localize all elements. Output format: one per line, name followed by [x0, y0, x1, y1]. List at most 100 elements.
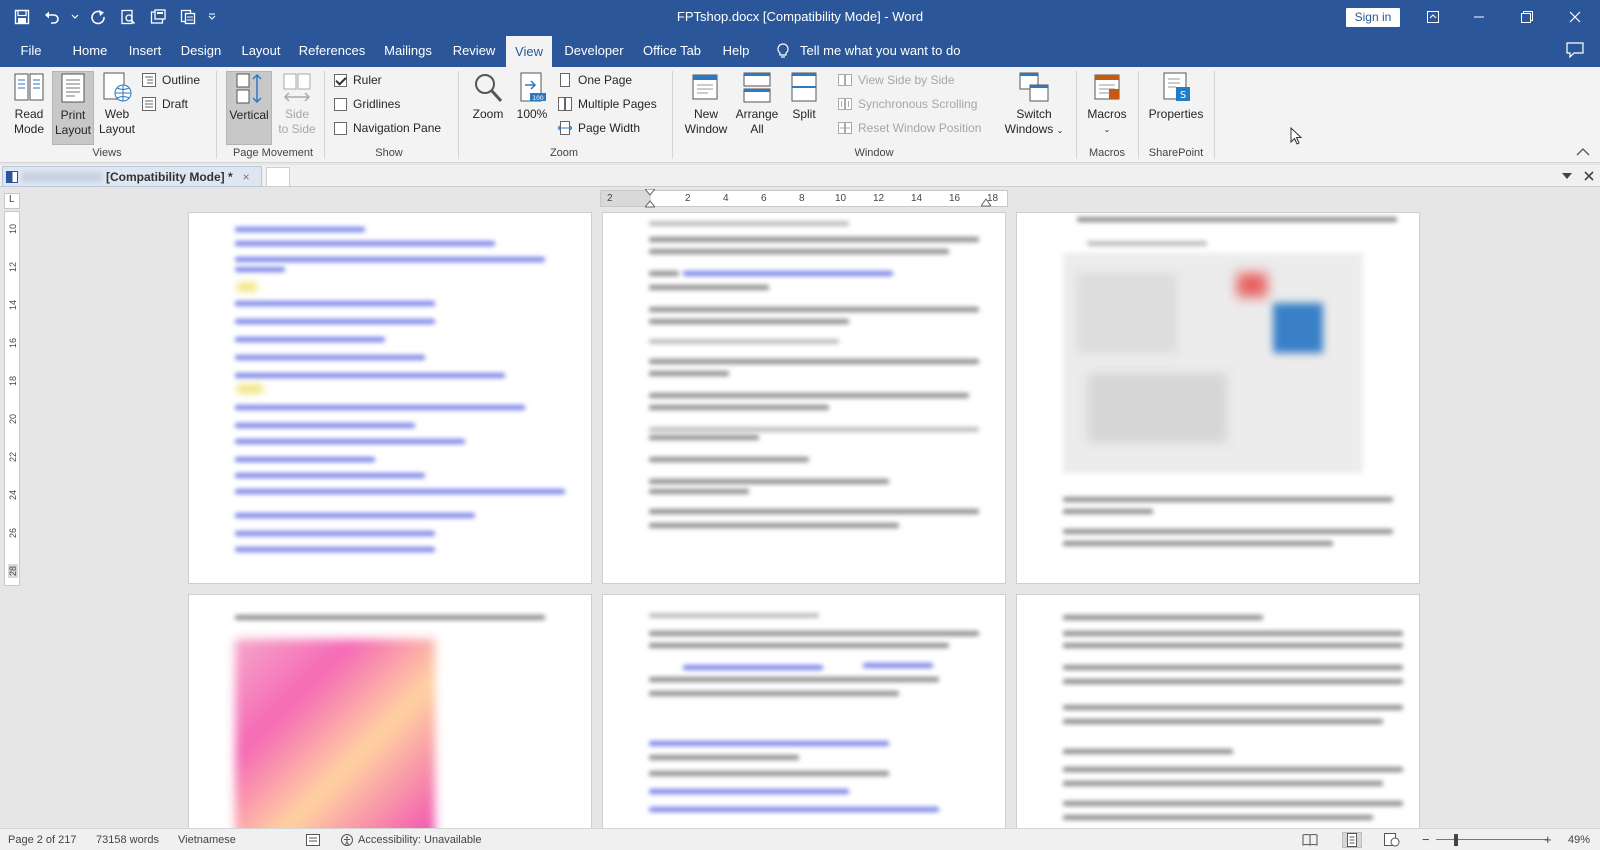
document-page[interactable] [602, 594, 1006, 834]
ruler-tick: 16 [949, 193, 961, 204]
tab-view[interactable]: View [506, 36, 552, 67]
ribbon-display-options-icon[interactable] [1410, 0, 1456, 34]
group-separator [672, 71, 673, 159]
tab-office-tab[interactable]: Office Tab [636, 34, 708, 67]
macros-label: Macros [1087, 107, 1127, 121]
web-layout-view-icon[interactable] [1384, 833, 1400, 847]
print-layout-view-icon[interactable] [1342, 832, 1362, 848]
new-window-button[interactable]: New Window [682, 71, 730, 143]
one-page-button[interactable]: One Page [558, 69, 632, 91]
indent-marker-icon[interactable] [645, 189, 655, 209]
split-icon [791, 72, 817, 102]
tab-home[interactable]: Home [64, 34, 116, 67]
side-to-side-label-1: Side [284, 107, 310, 121]
word-count[interactable]: 73158 words [96, 829, 159, 850]
view-side-by-side-button[interactable]: View Side by Side [838, 69, 955, 91]
document-tab[interactable]: [Compatibility Mode] * × [2, 166, 262, 187]
tab-review[interactable]: Review [446, 34, 502, 67]
group-separator [1214, 71, 1215, 159]
save-icon[interactable] [10, 5, 34, 29]
document-page[interactable] [188, 212, 592, 584]
vertical-ruler[interactable]: 10 12 14 16 18 20 22 24 26 28 [4, 211, 20, 586]
redo-icon[interactable] [86, 5, 110, 29]
print-layout-button[interactable]: Print Layout [52, 71, 94, 145]
document-page[interactable] [188, 594, 592, 834]
zoom-button[interactable]: Zoom [468, 71, 508, 143]
draft-button[interactable]: Draft [142, 93, 188, 115]
close-icon[interactable] [1552, 0, 1598, 34]
macros-button[interactable]: Macros ⌄ [1084, 71, 1130, 143]
right-indent-marker-icon[interactable] [981, 197, 991, 207]
split-button[interactable]: Split [784, 71, 824, 143]
document-page[interactable] [602, 212, 1006, 584]
save-as-icon[interactable] [146, 5, 170, 29]
properties-button[interactable]: S Properties [1144, 71, 1208, 143]
page-width-button[interactable]: Page Width [558, 117, 640, 139]
view-side-by-side-icon [838, 74, 852, 86]
gridlines-check-box[interactable] [334, 97, 347, 111]
minimize-icon[interactable] [1456, 0, 1502, 34]
read-mode-button[interactable]: Read Mode [8, 71, 50, 143]
outline-button[interactable]: Outline [142, 69, 200, 91]
document-page[interactable] [1016, 594, 1420, 834]
tab-insert[interactable]: Insert [122, 34, 168, 67]
zoom-out-button[interactable]: − [1422, 829, 1430, 850]
page-count[interactable]: Page 2 of 217 [8, 829, 77, 850]
customize-qat-icon[interactable] [206, 5, 218, 29]
navigation-pane-label: Navigation Pane [353, 121, 442, 135]
side-to-side-label-2: to Side [278, 122, 316, 136]
ruler-check-box[interactable] [334, 73, 347, 87]
tab-file[interactable]: File [12, 34, 50, 67]
chevron-down-icon[interactable] [70, 5, 80, 29]
tab-layout[interactable]: Layout [234, 34, 288, 67]
arrange-all-button[interactable]: Arrange All [732, 71, 782, 143]
gridlines-checkbox[interactable]: Gridlines [334, 93, 400, 115]
reset-window-position-button[interactable]: Reset Window Position [838, 117, 981, 139]
tab-help[interactable]: Help [714, 34, 758, 67]
comments-icon[interactable] [1566, 42, 1584, 58]
multiple-pages-button[interactable]: Multiple Pages [558, 93, 657, 115]
document-page[interactable] [1016, 212, 1420, 584]
zoom-level[interactable]: 49% [1568, 829, 1590, 850]
zoom-slider-thumb[interactable] [1454, 834, 1458, 846]
group-separator [1076, 71, 1077, 159]
tab-developer[interactable]: Developer [560, 34, 628, 67]
read-mode-view-icon[interactable] [1302, 833, 1318, 847]
tab-list-dropdown-icon[interactable] [1558, 166, 1576, 186]
restore-icon[interactable] [1504, 0, 1550, 34]
close-tab-icon[interactable]: × [243, 170, 250, 184]
ruler-tick: 20 [8, 414, 18, 425]
tell-me-search[interactable]: Tell me what you want to do [776, 34, 960, 67]
arrange-all-label-2: All [750, 122, 764, 136]
new-tab-button[interactable] [266, 167, 290, 187]
macros-icon [1094, 74, 1120, 100]
switch-windows-button[interactable]: Switch Windows ⌄ [1000, 71, 1068, 143]
sign-in-button[interactable]: Sign in [1346, 8, 1400, 27]
web-layout-button[interactable]: Web Layout [96, 71, 138, 143]
vertical-button[interactable]: Vertical [226, 71, 272, 145]
zoom-100-button[interactable]: 100 100% [512, 71, 552, 143]
side-to-side-button[interactable]: Side to Side [274, 71, 320, 143]
new-window-label-1: New [693, 107, 718, 121]
undo-icon[interactable] [40, 5, 64, 29]
accessibility-status[interactable]: Accessibility: Unavailable [340, 829, 482, 850]
navigation-pane-checkbox[interactable]: Navigation Pane [334, 117, 441, 139]
close-document-icon[interactable] [1580, 166, 1598, 186]
horizontal-ruler[interactable]: 2 2 4 6 8 10 12 14 16 18 [600, 189, 1008, 209]
tab-references[interactable]: References [294, 34, 370, 67]
synchronous-scrolling-button[interactable]: Synchronous Scrolling [838, 93, 977, 115]
collapse-ribbon-icon[interactable] [1576, 147, 1590, 157]
tab-mailings[interactable]: Mailings [376, 34, 440, 67]
print-preview-icon[interactable] [116, 5, 140, 29]
tab-design[interactable]: Design [174, 34, 228, 67]
ruler-checkbox[interactable]: Ruler [334, 69, 382, 91]
navigation-pane-check-box[interactable] [334, 121, 347, 135]
language[interactable]: Vietnamese [178, 829, 236, 850]
copy-format-icon[interactable] [176, 5, 200, 29]
proofing-icon[interactable] [306, 833, 320, 847]
zoom-slider[interactable] [1436, 839, 1548, 840]
tab-selector[interactable]: L [4, 193, 20, 209]
window-group-label: Window [854, 147, 894, 159]
zoom-in-button[interactable]: + [1544, 829, 1552, 850]
new-window-icon [692, 74, 718, 100]
